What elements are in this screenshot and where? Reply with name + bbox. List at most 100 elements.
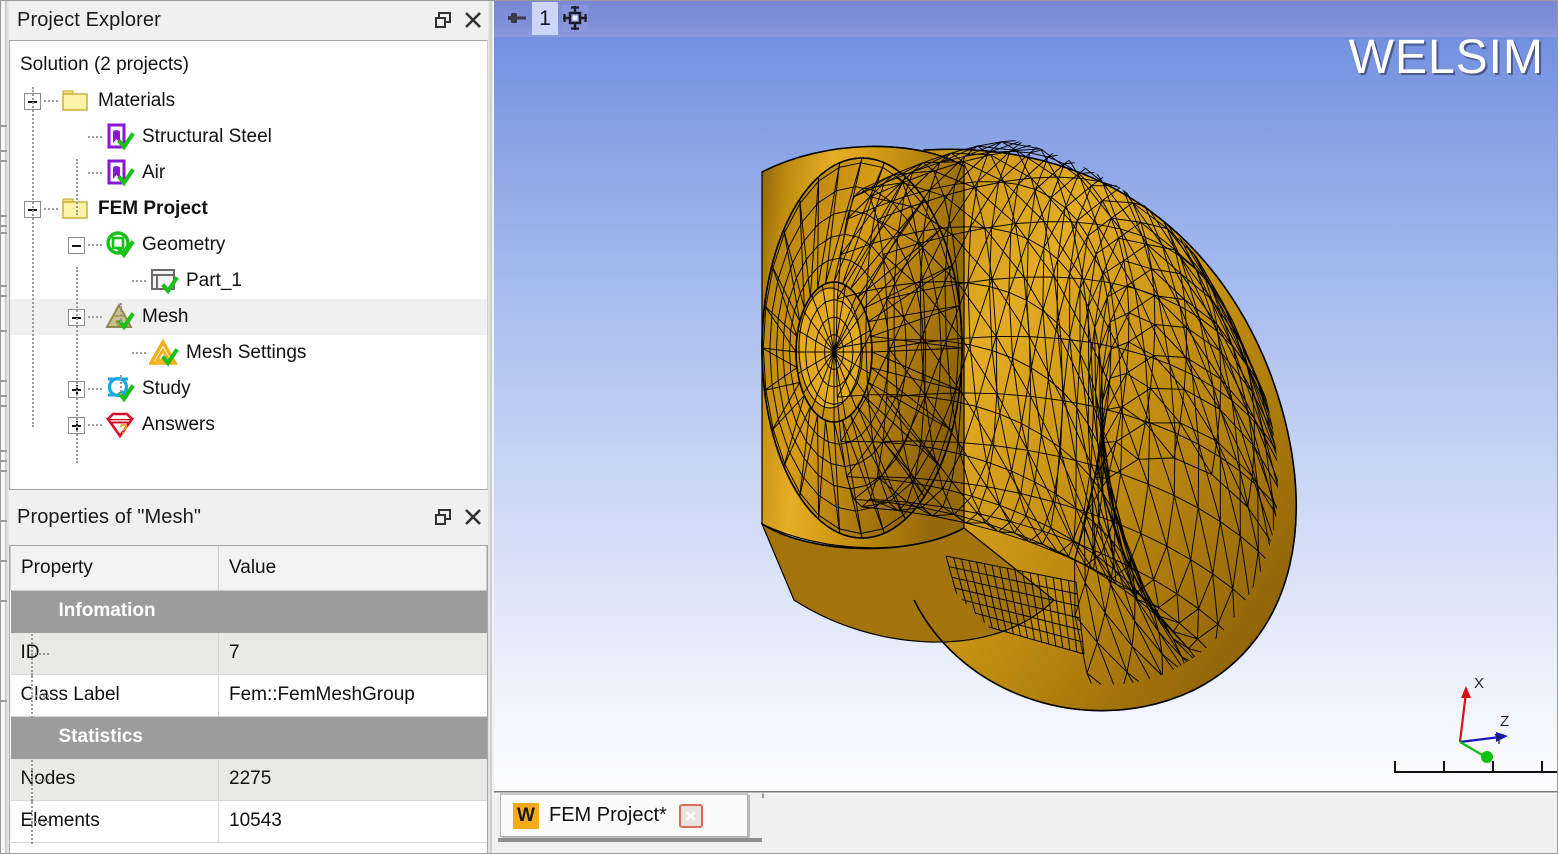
edge-tick [1, 560, 7, 562]
document-tab-fem-project[interactable]: W FEM Project* [500, 793, 748, 837]
float-icon[interactable] [428, 502, 458, 532]
tree-guide-line [76, 159, 78, 215]
edge-tick [1, 395, 7, 397]
property-value[interactable]: 2275 [219, 758, 487, 800]
part-icon [149, 266, 179, 296]
close-icon[interactable] [679, 804, 703, 828]
edge-tick [1, 125, 7, 127]
tree-item-mesh-settings[interactable]: Mesh Settings [10, 335, 487, 371]
axis-triad: X Y Z [1438, 664, 1538, 764]
tree-guide-line [120, 303, 122, 323]
property-group-row: Statistics [11, 716, 487, 758]
welsim-logo-icon: W [513, 803, 539, 829]
property-row[interactable]: Nodes2275 [11, 758, 487, 800]
tree-connector [132, 280, 146, 282]
active-tab-underline [498, 838, 762, 842]
column-header-value: Value [219, 546, 487, 590]
tree-connector [132, 352, 146, 354]
tree-expander[interactable] [68, 237, 85, 254]
tree-item-label: Air [142, 155, 165, 191]
project-tree[interactable]: Solution (2 projects)MaterialsStructural… [9, 40, 488, 490]
edge-tick [1, 225, 7, 227]
edge-tick [1, 285, 7, 287]
edge-tick [1, 330, 7, 332]
property-group-row: Infomation [11, 590, 487, 632]
column-header-property: Property [11, 546, 219, 590]
property-value[interactable]: Fem::FemMeshGroup [219, 674, 487, 716]
close-icon[interactable] [458, 5, 488, 35]
project-explorer-title: Project Explorer [9, 9, 161, 32]
document-tabstrip: W FEM Project* [494, 790, 1558, 854]
edge-tick [1, 450, 7, 452]
folder-icon [61, 86, 91, 116]
property-name: Nodes [11, 758, 219, 800]
edge-tick [1, 160, 7, 162]
tree-guide-line [76, 267, 78, 463]
edge-tick [1, 520, 7, 522]
material-icon [105, 158, 135, 188]
tree-item-label: Answers [142, 407, 215, 443]
property-group-label: Infomation [11, 590, 487, 632]
edge-tick [1, 600, 7, 602]
property-name: Elements [11, 800, 219, 842]
axis-label-x: X [1474, 675, 1484, 692]
edge-tick [1, 380, 7, 382]
axis-label-y: Y [1494, 731, 1504, 748]
tree-connector [44, 100, 58, 102]
tree-item-label: Geometry [142, 227, 225, 263]
tree-item-label: Materials [98, 83, 175, 119]
edge-tick [1, 405, 7, 407]
edge-tick [1, 232, 7, 234]
tree-item-label: Mesh [142, 299, 188, 335]
tree-item-geometry[interactable]: Geometry [10, 227, 487, 263]
table-header-row: Property Value [11, 546, 487, 590]
project-explorer-titlebar: Project Explorer [9, 0, 488, 40]
tree-item-label: Part_1 [186, 263, 242, 299]
tree-item-structural-steel[interactable]: Structural Steel [10, 119, 487, 155]
properties-titlebar: Properties of "Mesh" [9, 497, 488, 537]
tree-item-air[interactable]: Air [10, 155, 487, 191]
property-row[interactable]: Class LabelFem::FemMeshGroup [11, 674, 487, 716]
tree-item-materials[interactable]: Materials [10, 83, 487, 119]
left-dock-panel: Project Explorer Solution (2 projects)Ma… [0, 0, 492, 854]
edge-tick [1, 150, 7, 152]
edge-tick [1, 700, 7, 702]
tree-connector [88, 316, 102, 318]
scale-tick [1541, 761, 1543, 773]
properties-title: Properties of "Mesh" [9, 506, 201, 529]
tree-item-label: Structural Steel [142, 119, 272, 155]
tree-connector [88, 424, 102, 426]
answers-icon: ? [105, 410, 135, 440]
properties-table-container: Property Value InfomationID7Class LabelF… [9, 545, 488, 854]
tree-item-label: FEM Project [98, 191, 208, 227]
mesh-model[interactable] [494, 0, 1558, 790]
edge-tick [1, 460, 7, 462]
properties-table: Property Value InfomationID7Class LabelF… [10, 546, 487, 843]
3d-viewport[interactable]: 1 WELSIM [494, 0, 1558, 790]
document-tab-label: FEM Project* [549, 804, 667, 827]
svg-text:?: ? [119, 421, 128, 438]
property-value[interactable]: 10543 [219, 800, 487, 842]
tree-root-label: Solution (2 projects) [20, 47, 189, 83]
property-group-label: Statistics [11, 716, 487, 758]
axis-label-z: Z [1500, 713, 1509, 730]
tree-item-mesh[interactable]: Mesh [10, 299, 487, 335]
tree-item-fem-project[interactable]: FEM Project [10, 191, 487, 227]
tree-item-label: Mesh Settings [186, 335, 306, 371]
tree-guide-line [120, 375, 122, 395]
property-name: Class Label [11, 674, 219, 716]
property-value[interactable]: 7 [219, 632, 487, 674]
float-icon[interactable] [428, 5, 458, 35]
dock-edge-strip [0, 0, 9, 854]
tree-root-node[interactable]: Solution (2 projects) [10, 47, 487, 83]
edge-tick [1, 215, 7, 217]
tree-item-answers[interactable]: ? Answers [10, 407, 487, 443]
property-name: ID [11, 632, 219, 674]
property-row[interactable]: ID7 [11, 632, 487, 674]
tree-item-part-1[interactable]: Part_1 [10, 263, 487, 299]
property-row[interactable]: Elements10543 [11, 800, 487, 842]
close-icon[interactable] [458, 502, 488, 532]
tree-item-study[interactable]: Study [10, 371, 487, 407]
tree-connector [44, 208, 58, 210]
tree-item-label: Study [142, 371, 191, 407]
